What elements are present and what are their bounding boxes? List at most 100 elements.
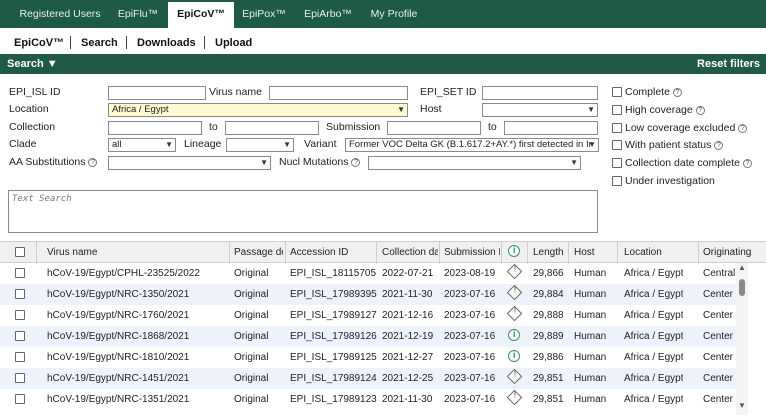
- location-select[interactable]: Africa / Egypt ▼: [108, 103, 408, 117]
- col-accession[interactable]: Accession ID: [290, 247, 370, 258]
- tab-my-profile[interactable]: My Profile: [360, 0, 428, 28]
- cell-accession[interactable]: EPI_ISL_17989124: [290, 373, 377, 384]
- aa-substitutions-select[interactable]: ▼: [108, 156, 271, 170]
- help-icon[interactable]: ?: [695, 106, 705, 115]
- table-row[interactable]: hCoV-19/Egypt/NRC-1351/2021 Original EPI…: [0, 389, 736, 410]
- nucl-mutations-label: Nucl Mutations?: [279, 156, 361, 168]
- nucl-mutations-select[interactable]: ▼: [368, 156, 581, 170]
- variant-select[interactable]: Former VOC Delta GK (B.1.617.2+AY.*) fir…: [345, 138, 599, 152]
- search-toggle[interactable]: Search ▼: [7, 58, 58, 70]
- scroll-up-icon[interactable]: ▲: [738, 263, 746, 272]
- cell-host: Human: [574, 373, 607, 384]
- cell-virus-name[interactable]: hCoV-19/Egypt/NRC-1760/2021: [47, 310, 227, 321]
- info-circle-icon[interactable]: [508, 350, 520, 362]
- low-coverage-excluded-checkbox[interactable]: [612, 123, 622, 133]
- warning-diamond-icon[interactable]: [506, 305, 523, 322]
- help-icon[interactable]: ?: [88, 158, 98, 167]
- submission-to-input[interactable]: [504, 121, 598, 135]
- table-row[interactable]: hCoV-19/Egypt/NRC-1350/2021 Original EPI…: [0, 284, 736, 305]
- cell-accession[interactable]: EPI_ISL_18115705: [290, 268, 376, 279]
- subnav-upload[interactable]: Upload: [215, 37, 252, 49]
- subnav-search[interactable]: Search: [81, 37, 118, 49]
- patient-status-text: With patient status: [625, 139, 712, 151]
- epi-isl-input[interactable]: [108, 86, 206, 100]
- warning-diamond-icon[interactable]: [506, 284, 523, 301]
- cell-virus-name[interactable]: hCoV-19/Egypt/NRC-1351/2021: [47, 394, 227, 405]
- cell-accession[interactable]: EPI_ISL_17989127: [290, 310, 377, 321]
- help-icon[interactable]: ?: [351, 158, 361, 167]
- cell-virus-name[interactable]: hCoV-19/Egypt/NRC-1810/2021: [47, 352, 227, 363]
- cell-length: 29,886: [533, 352, 564, 363]
- cell-accession[interactable]: EPI_ISL_17989123: [290, 394, 377, 405]
- table-row[interactable]: hCoV-19/Egypt/NRC-1810/2021 Original EPI…: [0, 347, 736, 368]
- tab-epicov[interactable]: EpiCoV™: [168, 2, 234, 28]
- row-checkbox[interactable]: [15, 373, 25, 383]
- cell-virus-name[interactable]: hCoV-19/Egypt/NRC-1451/2021: [47, 373, 227, 384]
- complete-checkbox[interactable]: [612, 87, 622, 97]
- warning-diamond-icon[interactable]: [506, 263, 523, 280]
- scroll-down-icon[interactable]: ▼: [738, 401, 746, 410]
- cell-accession[interactable]: EPI_ISL_17989395: [290, 289, 377, 300]
- table-row[interactable]: hCoV-19/Egypt/NRC-1451/2021 Original EPI…: [0, 368, 736, 389]
- table-row[interactable]: hCoV-19/Egypt/NRC-1760/2021 Original EPI…: [0, 305, 736, 326]
- col-host[interactable]: Host: [574, 247, 595, 258]
- cell-location: Africa / Egypt: [624, 352, 684, 363]
- cell-collection-date: 2021-11-30: [382, 289, 433, 300]
- col-location[interactable]: Location: [624, 247, 662, 258]
- subnav-downloads[interactable]: Downloads: [137, 37, 196, 49]
- tab-registered-users[interactable]: Registered Users: [12, 0, 108, 28]
- subnav-divider: [70, 36, 71, 49]
- text-search-input[interactable]: Text Search: [8, 190, 598, 233]
- cell-accession[interactable]: EPI_ISL_17989126: [290, 331, 377, 342]
- collection-date-complete-checkbox[interactable]: [612, 158, 622, 168]
- sub-nav: EpiCoV™ Search Downloads Upload: [0, 28, 766, 54]
- help-icon[interactable]: ?: [672, 88, 682, 97]
- collection-from-input[interactable]: [108, 121, 202, 135]
- table-row[interactable]: hCoV-19/Egypt/NRC-1868/2021 Original EPI…: [0, 326, 736, 347]
- host-select[interactable]: ▼: [482, 103, 598, 117]
- warning-diamond-icon[interactable]: [506, 389, 523, 406]
- tab-epipox[interactable]: EpiPox™: [234, 0, 294, 28]
- cell-virus-name[interactable]: hCoV-19/Egypt/CPHL-23525/2022: [47, 268, 227, 279]
- cell-collection-date: 2022-07-21: [382, 268, 434, 279]
- warning-diamond-icon[interactable]: [506, 368, 523, 385]
- col-collection-date[interactable]: Collection da: [382, 247, 438, 258]
- cell-virus-name[interactable]: hCoV-19/Egypt/NRC-1868/2021: [47, 331, 227, 342]
- table-row[interactable]: hCoV-19/Egypt/CPHL-23525/2022 Original E…: [0, 263, 736, 284]
- tab-epiarbo[interactable]: EpiArbo™: [296, 0, 360, 28]
- row-checkbox[interactable]: [15, 289, 25, 299]
- help-icon[interactable]: ?: [738, 124, 748, 133]
- col-length[interactable]: Length: [533, 247, 564, 258]
- help-icon[interactable]: ?: [714, 141, 724, 150]
- cell-passage: Original: [234, 310, 269, 321]
- cell-submission-date: 2023-08-19: [444, 268, 496, 279]
- lineage-select[interactable]: ▼: [226, 138, 294, 152]
- clade-select[interactable]: all ▼: [108, 138, 176, 152]
- col-passage[interactable]: Passage de: [234, 247, 283, 258]
- under-investigation-checkbox[interactable]: [612, 176, 622, 186]
- info-circle-icon[interactable]: [508, 329, 520, 341]
- epi-set-input[interactable]: [482, 86, 598, 100]
- patient-status-checkbox[interactable]: [612, 140, 622, 150]
- row-checkbox[interactable]: [15, 331, 25, 341]
- col-virus-name[interactable]: Virus name: [47, 247, 227, 258]
- table-scrollbar[interactable]: ▲ ▼: [736, 263, 748, 415]
- cell-virus-name[interactable]: hCoV-19/Egypt/NRC-1350/2021: [47, 289, 227, 300]
- select-all-checkbox[interactable]: [15, 247, 25, 257]
- row-checkbox[interactable]: [15, 394, 25, 404]
- virus-name-input[interactable]: [269, 86, 408, 100]
- row-checkbox[interactable]: [15, 268, 25, 278]
- tab-epiflu[interactable]: EpiFlu™: [108, 0, 168, 28]
- reset-filters-button[interactable]: Reset filters: [697, 58, 760, 70]
- col-originating[interactable]: Originating: [703, 247, 763, 258]
- help-icon[interactable]: ?: [742, 159, 752, 168]
- scroll-thumb[interactable]: [739, 279, 745, 296]
- cell-accession[interactable]: EPI_ISL_17989125: [290, 352, 377, 363]
- submission-from-input[interactable]: [387, 121, 481, 135]
- col-submission-date[interactable]: Submission D: [444, 247, 500, 258]
- row-checkbox[interactable]: [15, 310, 25, 320]
- high-coverage-checkbox[interactable]: [612, 105, 622, 115]
- subnav-epicov[interactable]: EpiCoV™: [14, 37, 64, 49]
- row-checkbox[interactable]: [15, 352, 25, 362]
- collection-to-input[interactable]: [225, 121, 319, 135]
